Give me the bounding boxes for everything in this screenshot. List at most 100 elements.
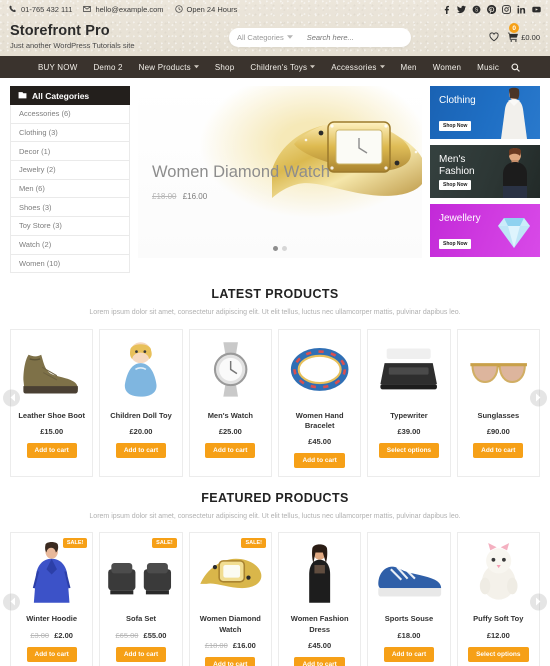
promo-image-diamond <box>498 218 530 248</box>
product-price: £39.00 <box>398 427 421 436</box>
nav-item-new-products[interactable]: New Products <box>131 56 207 78</box>
product-price: £45.00 <box>308 437 331 446</box>
add-to-cart-button[interactable]: Add to cart <box>115 442 167 458</box>
section-title: FEATURED PRODUCTS <box>201 490 349 505</box>
cart-widget[interactable]: 0 £0.00 <box>508 23 540 42</box>
nav-item-women[interactable]: Women <box>425 56 469 78</box>
main-navigation: BUY NOW Demo 2 New Products Shop Childre… <box>0 56 550 78</box>
add-to-cart-button[interactable]: Add to cart <box>294 452 345 468</box>
product-image <box>283 539 356 607</box>
product-card[interactable]: Puffy Soft Toy £12.00 Select options <box>456 532 540 666</box>
promo-shop-now-button[interactable]: Shop Now <box>439 121 472 131</box>
product-card[interactable]: SALE! Sofa Set £65.00 £55.00 Add to cart <box>99 532 183 666</box>
hero-slide-text: Women Diamond Watch £18.00 £16.00 <box>152 162 332 201</box>
sidebar-item-label: Women (10) <box>19 258 61 268</box>
latest-products-carousel: Leather Shoe Boot £15.00 Add to cart Chi… <box>0 319 550 477</box>
sidebar-heading[interactable]: All Categories <box>10 86 130 105</box>
sidebar-item-label: Jewelry (2) <box>19 165 56 175</box>
product-card[interactable]: Men's Watch £25.00 Add to cart <box>188 328 272 477</box>
product-card[interactable]: Typewriter £39.00 Select options <box>367 328 451 477</box>
select-options-button[interactable]: Select options <box>468 646 529 662</box>
sidebar-item-decor[interactable]: Decor (1) <box>10 142 130 162</box>
sidebar-item-toy-store[interactable]: Toy Store (3) <box>10 217 130 236</box>
hero-old-price: £18.00 <box>152 192 177 202</box>
add-to-cart-button[interactable]: Add to cart <box>205 656 256 666</box>
phone-info[interactable]: 01-765 432 111 <box>9 5 72 14</box>
sidebar-item-jewelry[interactable]: Jewelry (2) <box>10 161 130 180</box>
sidebar-item-men[interactable]: Men (6) <box>10 179 130 199</box>
add-to-cart-button[interactable]: Add to cart <box>294 656 345 666</box>
nav-item-childrens-toys[interactable]: Children's Toys <box>242 56 323 78</box>
add-to-cart-button[interactable]: Add to cart <box>473 442 524 458</box>
slider-dot-1[interactable] <box>273 246 278 251</box>
promo-banner-mens-fashion[interactable]: Men's Fashion Shop Now <box>430 145 540 198</box>
nav-item-shop[interactable]: Shop <box>207 56 242 78</box>
list-icon <box>18 92 27 99</box>
promo-banner-clothing[interactable]: Clothing Shop Now <box>430 86 540 139</box>
promo-shop-now-button[interactable]: Shop Now <box>439 180 472 190</box>
watch-icon <box>213 342 248 397</box>
nav-item-men[interactable]: Men <box>393 56 425 78</box>
wishlist-heart-icon[interactable] <box>489 32 499 42</box>
product-card[interactable]: Sports Souse £18.00 Add to cart <box>367 532 451 666</box>
select-options-button[interactable]: Select options <box>378 442 440 458</box>
carousel-prev-button[interactable] <box>3 389 20 407</box>
carousel-next-button[interactable] <box>530 593 547 611</box>
featured-products-list: SALE! Winter Hoodie £3.00 £2.00 Add to c… <box>10 532 540 666</box>
add-to-cart-button[interactable]: Add to cart <box>26 646 77 662</box>
product-card[interactable]: SALE! Women Diamond Watch £18.00 £16.00 … <box>188 532 272 666</box>
product-price: £45.00 <box>308 641 331 650</box>
product-image <box>372 539 445 607</box>
product-price: £3.00 £2.00 <box>30 631 73 640</box>
product-card[interactable]: Leather Shoe Boot £15.00 Add to cart <box>10 328 94 477</box>
sidebar-item-label: Men (6) <box>19 184 45 194</box>
pinterest-icon[interactable] <box>487 4 496 14</box>
cart-total: £0.00 <box>521 32 540 42</box>
facebook-icon[interactable] <box>442 5 451 14</box>
nav-label: Shop <box>214 62 235 72</box>
nav-label: Demo 2 <box>93 62 123 72</box>
sidebar-item-women[interactable]: Women (10) <box>10 254 130 274</box>
email-address: hello@example.com <box>95 4 164 14</box>
add-to-cart-button[interactable]: Add to cart <box>205 442 256 458</box>
youtube-icon[interactable] <box>532 5 541 14</box>
site-tagline: Just another WordPress Tutorials site <box>10 40 135 50</box>
twitter-icon[interactable] <box>457 5 466 14</box>
add-to-cart-button[interactable]: Add to cart <box>383 646 435 662</box>
product-card[interactable]: SALE! Winter Hoodie £3.00 £2.00 Add to c… <box>10 532 94 666</box>
chevron-down-icon <box>379 65 385 69</box>
search-category-select[interactable]: All Categories <box>237 33 293 42</box>
nav-item-demo-2[interactable]: Demo 2 <box>85 56 130 78</box>
price-value: £25.00 <box>218 426 242 436</box>
product-card[interactable]: Sunglasses £90.00 Add to cart <box>456 328 540 477</box>
slider-dot-2[interactable] <box>282 246 287 251</box>
email-info[interactable]: hello@example.com <box>83 4 164 14</box>
sidebar-item-label: Decor (1) <box>19 146 51 156</box>
product-card[interactable]: Children Doll Toy £20.00 Add to cart <box>99 328 183 477</box>
hero-slider[interactable]: Women Diamond Watch £18.00 £16.00 <box>138 86 422 258</box>
search-input[interactable] <box>306 32 405 42</box>
sidebar-item-accessories[interactable]: Accessories (6) <box>10 105 130 124</box>
instagram-icon[interactable] <box>502 4 511 14</box>
sidebar-item-clothing[interactable]: Clothing (3) <box>10 123 130 143</box>
chevron-down-icon <box>193 65 199 69</box>
add-to-cart-button[interactable]: Add to cart <box>26 442 77 458</box>
product-card[interactable]: Women Hand Bracelet £45.00 Add to cart <box>277 328 362 477</box>
sidebar-item-watch[interactable]: Watch (2) <box>10 235 130 255</box>
product-image <box>104 336 177 404</box>
nav-item-accessories[interactable]: Accessories <box>323 56 392 78</box>
product-image <box>283 336 356 404</box>
product-card[interactable]: Women Fashion Dress £45.00 Add to cart <box>277 532 362 666</box>
add-to-cart-button[interactable]: Add to cart <box>115 646 167 662</box>
site-branding[interactable]: Storefront Pro Just another WordPress Tu… <box>10 24 200 50</box>
carousel-next-button[interactable] <box>530 389 547 407</box>
nav-search-icon[interactable] <box>511 62 520 72</box>
nav-item-buy-now[interactable]: BUY NOW <box>30 56 85 78</box>
skype-icon[interactable]: S <box>472 5 481 14</box>
promo-shop-now-button[interactable]: Shop Now <box>439 239 472 249</box>
carousel-prev-button[interactable] <box>3 593 20 611</box>
nav-item-music[interactable]: Music <box>469 56 507 78</box>
promo-banner-jewellery[interactable]: Jewellery Shop Now <box>430 204 540 257</box>
sidebar-item-shoes[interactable]: Shoes (3) <box>10 198 130 218</box>
linkedin-icon[interactable] <box>517 5 526 14</box>
